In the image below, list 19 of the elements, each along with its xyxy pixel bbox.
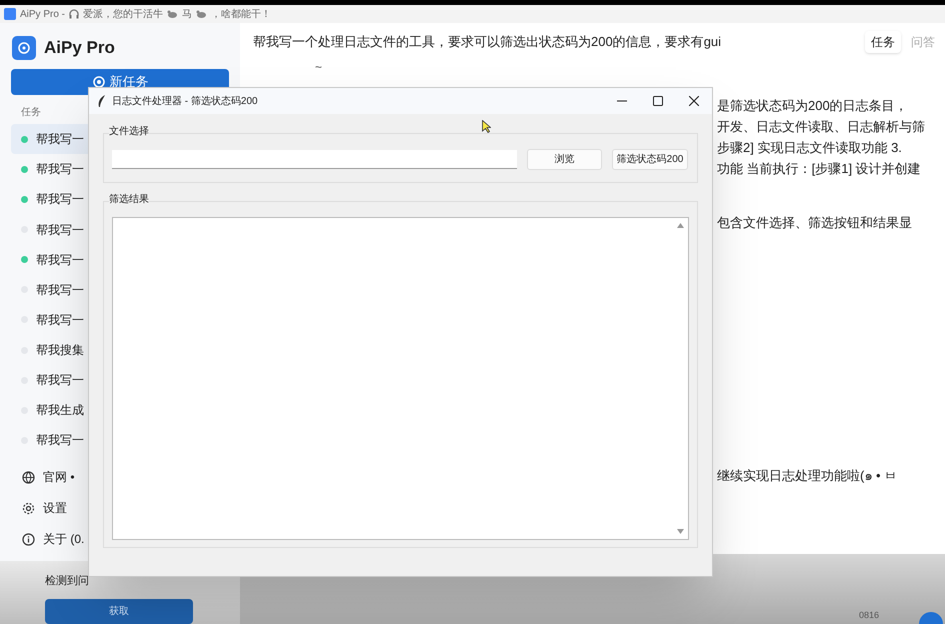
reply-text: 继续实现日志处理功能啦(๑ • ㅂ [717, 467, 898, 485]
reply-text: 功能 当前执行：[步骤1] 设计并创建 [717, 160, 921, 178]
title-text: AiPy Pro - [20, 8, 66, 22]
section-label: 任务 [21, 106, 41, 120]
tilde-text: ~ [315, 61, 322, 73]
code-text: 0816 [858, 608, 879, 622]
dialog-title: 日志文件处理器 - 筛选状态码200 [112, 94, 259, 108]
group-label: 文件选择 [109, 126, 149, 138]
title-text: 马 [182, 8, 192, 22]
reply-text: 步骤2] 实现日志文件读取功能 3. [717, 139, 902, 157]
reply-text: 是筛选状态码为200的日志条目， [717, 97, 908, 115]
title-text: 爱派，您的干活牛 [83, 8, 164, 22]
update-message: 检测到问 [45, 574, 89, 588]
prompt-text: 帮我写一个处理日志文件的工具，要求可以筛选出状态码为200的信息，要求有gui [253, 33, 722, 52]
app-name: AiPy Pro [44, 37, 115, 59]
title-text: ，啥都能干！ [211, 8, 272, 22]
group-label: 筛选结果 [109, 194, 149, 206]
reply-text: 包含文件选择、筛选按钮和结果显 [717, 214, 912, 232]
reply-text: 开发、日志文件读取、日志解析与筛 [717, 118, 925, 136]
